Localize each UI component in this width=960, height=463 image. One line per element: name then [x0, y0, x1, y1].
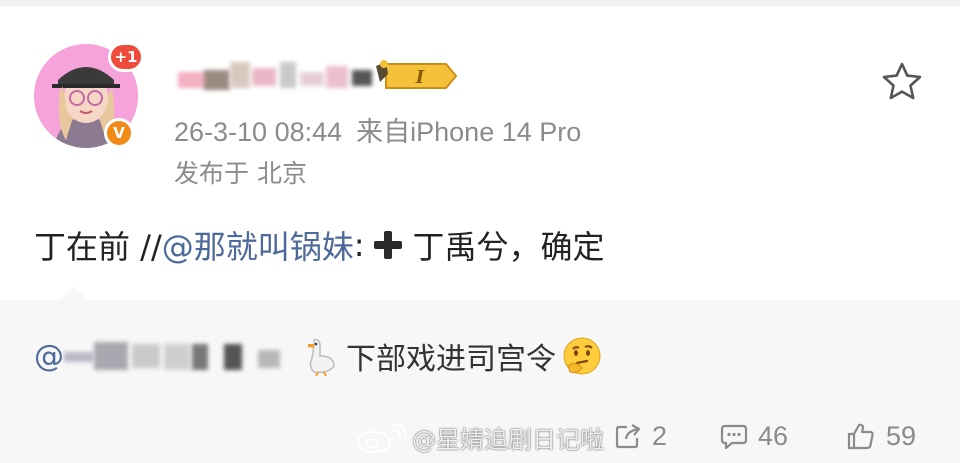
- comment-count: 46: [758, 420, 789, 451]
- comment-button[interactable]: 46: [720, 418, 788, 454]
- username-obscured[interactable]: [176, 58, 376, 98]
- top-divider: [0, 0, 960, 6]
- share-count: 2: [652, 420, 668, 451]
- like-count: 59: [886, 420, 917, 451]
- post-timestamp: 26-3-10 08:44: [174, 117, 343, 147]
- level-badge-label: I: [415, 67, 425, 88]
- verified-badge: V: [104, 118, 134, 148]
- repost-at-sign: @: [34, 338, 64, 374]
- post-colon: :: [353, 226, 365, 264]
- watermark-text: @星婧追剧日记啦: [412, 426, 604, 454]
- weibo-logo-icon: [357, 422, 407, 453]
- repost-text: 下部戏进司宫令: [346, 342, 556, 377]
- share-icon: [615, 424, 641, 449]
- post-text-prefix: 丁在前 //: [34, 228, 162, 266]
- post-source: 来自iPhone 14 Pro: [356, 117, 582, 147]
- plus-icon: [373, 230, 403, 260]
- new-badge: +1: [108, 42, 144, 72]
- post-text-suffix: 丁禹兮，确定: [412, 228, 605, 266]
- post-meta: 26-3-10 08:44 来自iPhone 14 Pro: [174, 110, 595, 149]
- watermark: @星婧追剧日记啦: [354, 420, 604, 455]
- favorite-button[interactable]: [880, 60, 924, 104]
- level-badge[interactable]: I: [374, 58, 458, 94]
- thinking-face-icon: [562, 336, 602, 376]
- repost-content[interactable]: @ 下部戏进司宫令: [34, 334, 602, 378]
- like-button[interactable]: 59: [846, 418, 916, 454]
- repost-username-obscured[interactable]: [64, 338, 304, 374]
- share-button[interactable]: 2: [614, 418, 667, 454]
- post-body: 丁在前 // @那就叫锅妹 : 丁禹兮，确定: [34, 222, 605, 268]
- comment-icon: [720, 424, 748, 450]
- thumbs-up-icon: [847, 423, 874, 450]
- star-icon: [882, 62, 922, 100]
- mention-link[interactable]: @那就叫锅妹: [162, 222, 354, 268]
- goose-icon: [304, 336, 338, 377]
- repost-notch: [60, 286, 88, 300]
- post-location: 发布于 北京: [174, 159, 307, 188]
